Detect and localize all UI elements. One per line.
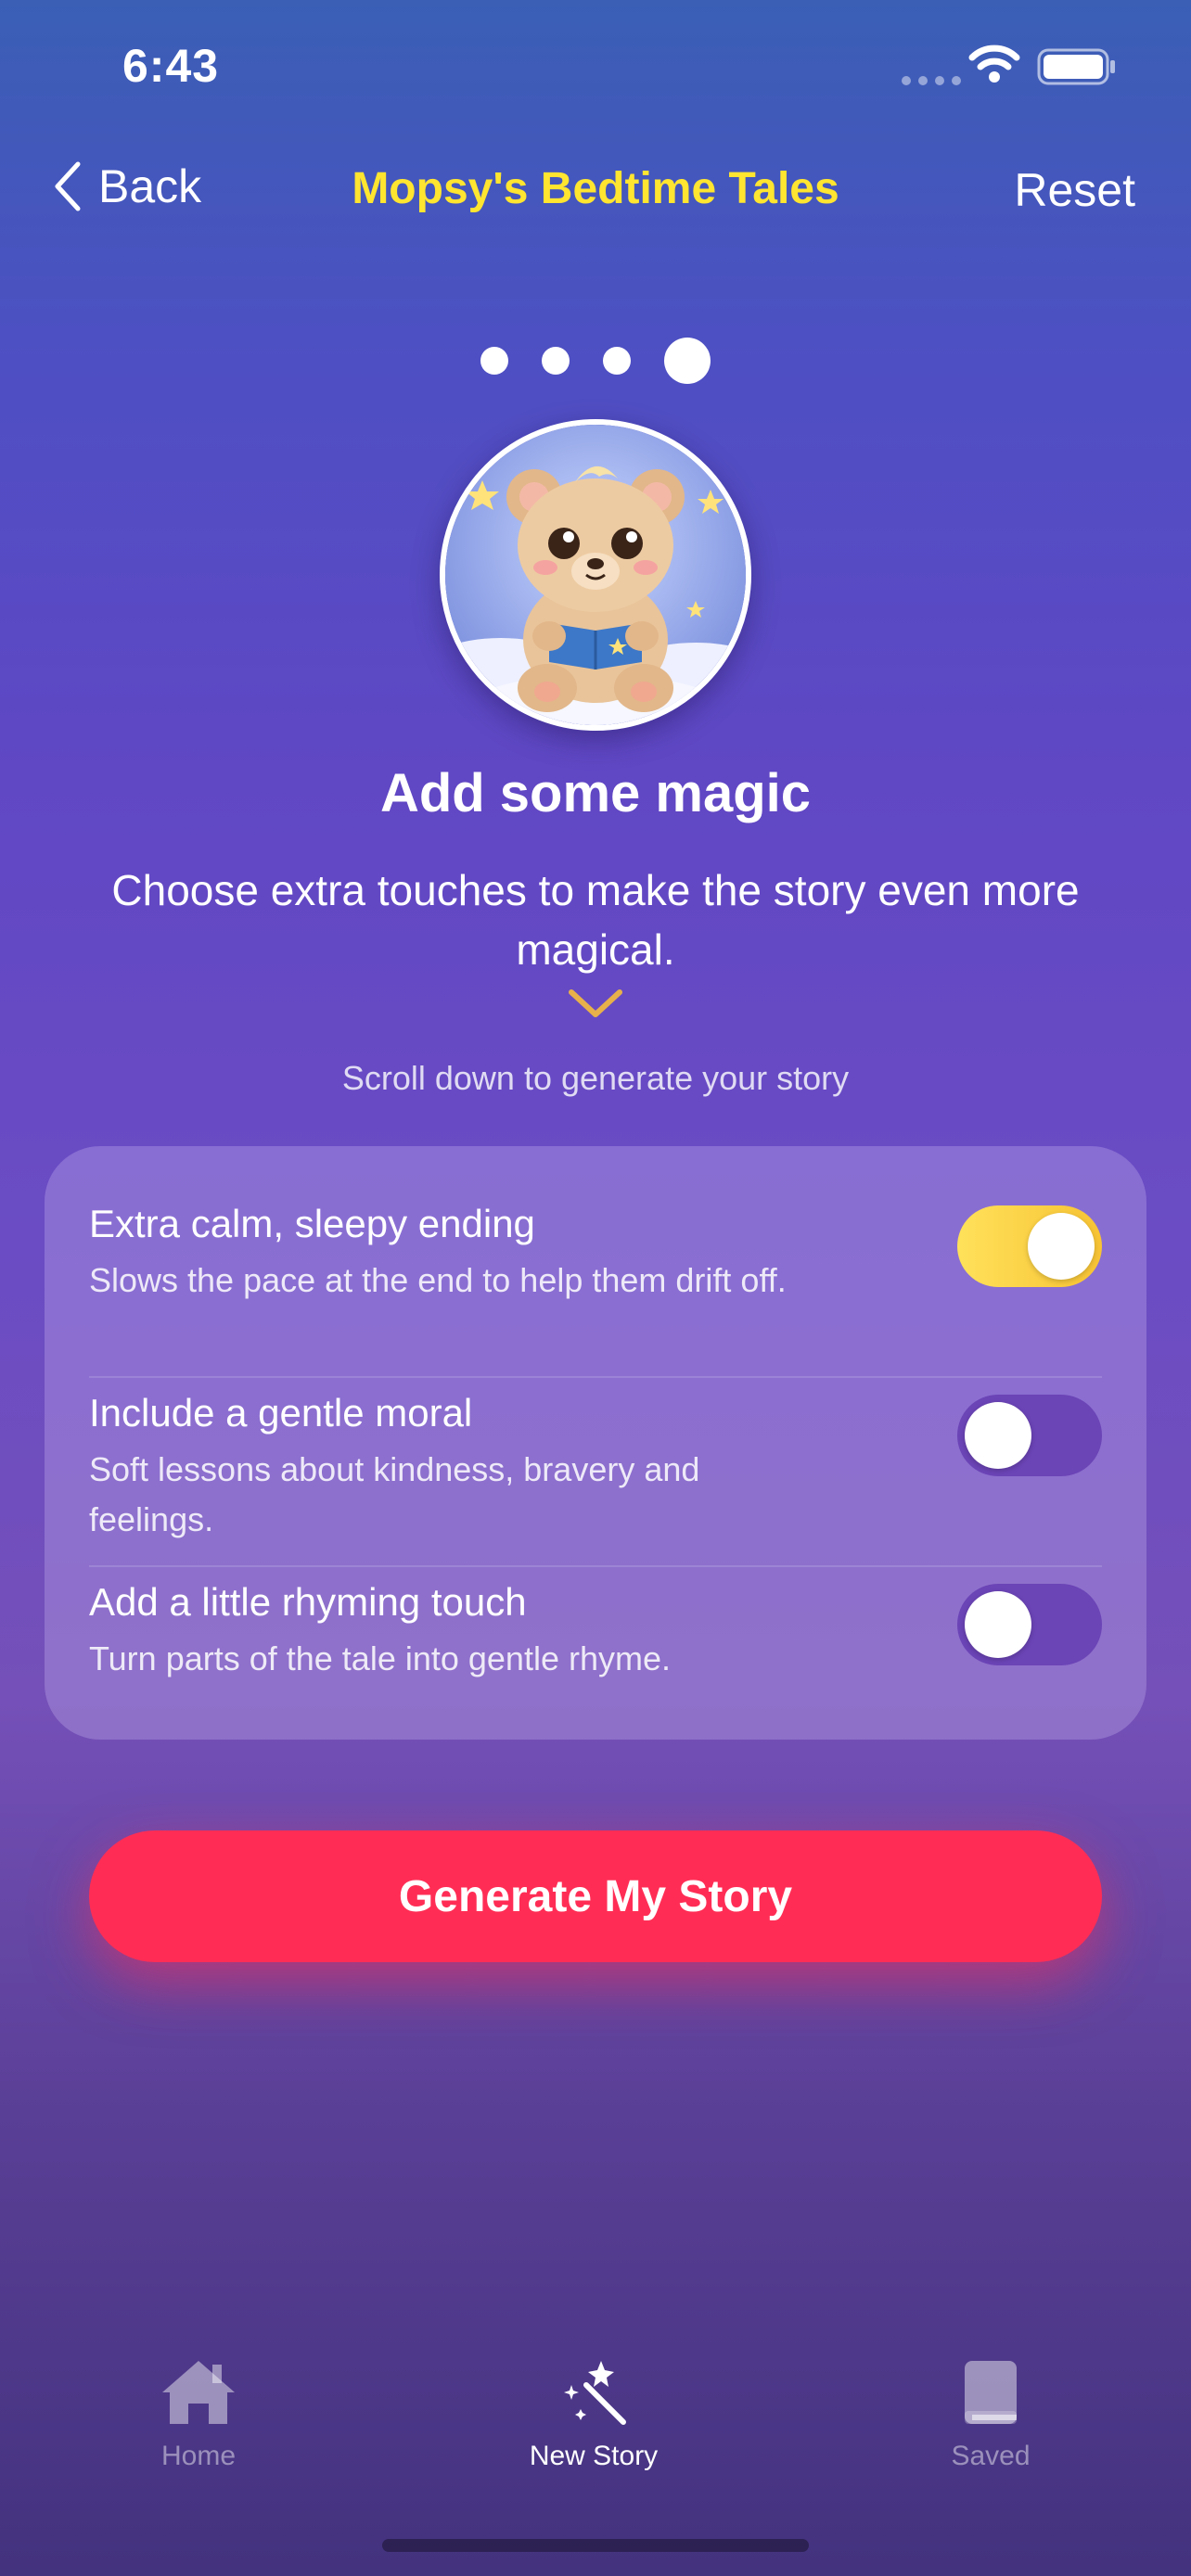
- option-row-gentle-moral: Include a gentle moral Soft lessons abou…: [89, 1391, 1102, 1545]
- section-heading: Add some magic: [379, 763, 812, 823]
- tab-label: New Story: [529, 2441, 659, 2471]
- cellular-signal-icon: [902, 76, 961, 85]
- option-title: Include a gentle moral: [89, 1391, 473, 1435]
- option-row-sleepy-ending: Extra calm, sleepy ending Slows the pace…: [89, 1202, 1102, 1306]
- reset-button[interactable]: Reset: [1014, 163, 1135, 217]
- step-indicator: [0, 338, 1191, 384]
- section-subtext: Choose extra touches to make the story e…: [111, 866, 1080, 974]
- option-description: Slows the pace at the end to help them d…: [89, 1261, 787, 1299]
- divider: [89, 1376, 1102, 1378]
- tab-label: Home: [160, 2441, 237, 2471]
- chevron-down-icon: [569, 989, 622, 1017]
- step-dot: [542, 347, 570, 375]
- option-description: Turn parts of the tale into gentle rhyme…: [89, 1639, 671, 1677]
- wifi-icon: [968, 45, 1020, 83]
- option-title: Add a little rhyming touch: [89, 1580, 527, 1624]
- step-dot: [603, 347, 631, 375]
- back-label: Back: [98, 160, 202, 212]
- divider: [89, 1565, 1102, 1567]
- option-description: Soft lessons about kindness, bravery and…: [89, 1450, 700, 1538]
- option-row-rhyming-touch: Add a little rhyming touch Turn parts of…: [89, 1580, 1102, 1684]
- magic-wand-icon: [564, 2361, 626, 2425]
- home-indicator[interactable]: [382, 2539, 809, 2552]
- generate-story-button[interactable]: Generate My Story: [89, 1830, 1102, 1962]
- tab-new-story[interactable]: New Story: [482, 2357, 705, 2472]
- status-time: 6:43: [122, 40, 220, 92]
- rhyming-touch-toggle[interactable]: [957, 1584, 1102, 1665]
- teddy-bear-illustration: [445, 425, 746, 725]
- options-card: Extra calm, sleepy ending Slows the pace…: [45, 1146, 1146, 1740]
- house-icon: [162, 2361, 235, 2424]
- step-dot-active: [664, 338, 711, 384]
- back-button[interactable]: Back: [52, 159, 201, 213]
- gentle-moral-toggle[interactable]: [957, 1395, 1102, 1476]
- book-icon: [965, 2361, 1017, 2424]
- sleepy-ending-toggle[interactable]: [957, 1205, 1102, 1287]
- toggle-knob: [1028, 1213, 1095, 1280]
- battery-icon: [1037, 48, 1115, 85]
- chevron-left-icon: [55, 161, 81, 211]
- toggle-knob: [965, 1591, 1031, 1658]
- avatar: [440, 419, 751, 731]
- tab-label: Saved: [951, 2441, 1031, 2471]
- option-title: Extra calm, sleepy ending: [89, 1202, 535, 1245]
- scroll-hint: Scroll down to generate your story: [341, 1059, 850, 1097]
- step-dot: [480, 347, 508, 375]
- toggle-knob: [965, 1402, 1031, 1469]
- tab-home[interactable]: Home: [87, 2357, 310, 2472]
- tab-saved[interactable]: Saved: [879, 2357, 1102, 2472]
